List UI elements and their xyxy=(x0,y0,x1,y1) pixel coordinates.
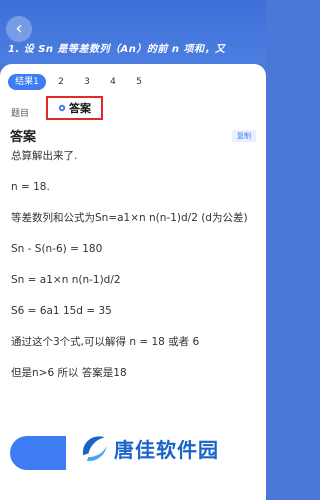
location-pin-icon xyxy=(58,104,66,112)
back-button[interactable]: ‹ xyxy=(6,16,32,42)
tab-answer-label: 答案 xyxy=(69,102,91,115)
answer-line: 但是n>6 所以 答案是18 xyxy=(11,367,127,379)
watermark-logo-icon xyxy=(83,436,107,461)
answer-line: 通过这个3个式,可以解得 n = 18 或者 6 xyxy=(11,336,200,348)
chevron-left-icon: ‹ xyxy=(15,18,23,39)
answer-heading: 答案 xyxy=(10,130,37,145)
answer-body: 总算解出来了. n = 18. 等差数列和公式为Sn=a1×n n(n-1)d/… xyxy=(11,148,256,381)
answer-line: 总算解出来了. xyxy=(11,150,78,162)
answer-line: 等差数列和公式为Sn=a1×n n(n-1)d/2 (d为公差) xyxy=(11,212,248,224)
bottom-action-button[interactable] xyxy=(10,436,66,470)
tab-result-4[interactable]: 4 xyxy=(100,77,126,87)
copy-button[interactable]: 复制 xyxy=(232,130,256,142)
answer-line: n = 18. xyxy=(11,181,50,193)
result-tabs: 结果1 2 3 4 5 xyxy=(8,73,152,91)
watermark: 唐佳软件园 xyxy=(76,426,262,470)
tab-result-5[interactable]: 5 xyxy=(126,77,152,87)
watermark-text: 唐佳软件园 xyxy=(114,437,219,462)
tab-question[interactable]: 题目 xyxy=(11,106,29,119)
tab-result-2[interactable]: 2 xyxy=(48,77,74,87)
tab-result-1[interactable]: 结果1 xyxy=(8,74,46,90)
tab-result-3[interactable]: 3 xyxy=(74,77,100,87)
answer-sheet: 结果1 2 3 4 5 题目 答案 答案 复制 总算解出来了. n = 18. … xyxy=(0,64,266,500)
answer-line: Sn - S(n-6) = 180 xyxy=(11,243,103,255)
question-text: 1. 设 Sn 是等差数列（An）的前 n 项和，又 xyxy=(8,44,226,55)
answer-line: Sn = a1×n n(n-1)d/2 xyxy=(11,274,121,286)
answer-line: S6 = 6a1 15d = 35 xyxy=(11,305,112,317)
tab-answer[interactable]: 答案 xyxy=(46,96,103,120)
